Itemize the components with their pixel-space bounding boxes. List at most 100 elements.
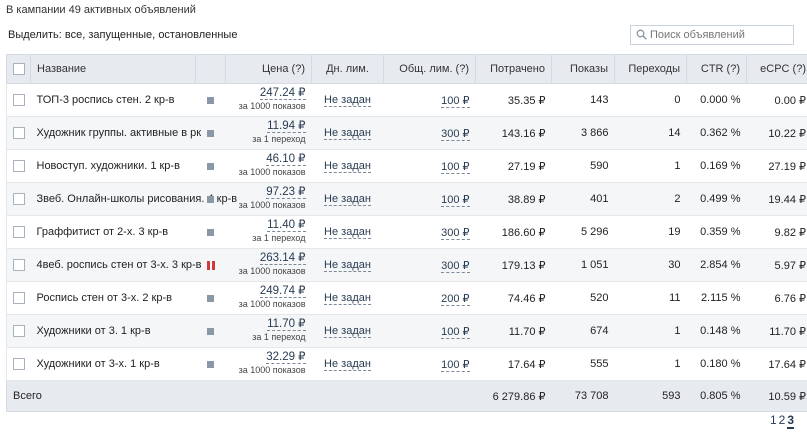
select-all-link[interactable]: все, <box>65 29 85 41</box>
spent-value: 186.60 ₽ <box>475 215 552 249</box>
total-limit-value[interactable]: 200 ₽ <box>441 292 470 306</box>
column-spent[interactable]: Потрачено <box>475 54 552 84</box>
search-box[interactable] <box>630 25 794 45</box>
total-limit-value[interactable]: 100 ₽ <box>441 325 470 339</box>
spent-value: 11.70 ₽ <box>475 314 552 348</box>
ad-name[interactable]: 4веб. роспись стен от 3-х. 3 кр-в <box>30 248 202 282</box>
status-active-icon[interactable] <box>207 195 214 203</box>
spent-value: 17.64 ₽ <box>475 347 552 381</box>
total-limit-value[interactable]: 300 ₽ <box>441 127 470 141</box>
price-unit: за 1000 показов <box>238 167 306 177</box>
total-limit-value[interactable]: 100 ₽ <box>441 358 470 372</box>
select-all-checkbox-cell[interactable] <box>6 54 31 84</box>
search-input[interactable] <box>650 28 790 42</box>
total-impressions: 73 708 <box>551 380 615 412</box>
spent-value: 35.35 ₽ <box>475 83 552 117</box>
total-ecpc: 10.59 ₽ <box>746 380 807 412</box>
clicks-value: 14 <box>614 116 687 150</box>
table-row: ТОП-3 роспись стен. 2 кр-в 247.24 ₽ за 10… <box>6 83 807 117</box>
status-active-icon[interactable] <box>207 96 214 104</box>
day-limit-value[interactable]: Не задан <box>324 160 371 173</box>
column-clicks[interactable]: Переходы <box>614 54 687 84</box>
column-total-limit[interactable]: Общ. лим. (?) <box>383 54 476 84</box>
select-running-link[interactable]: запущенные, <box>88 29 155 41</box>
status-active-icon[interactable] <box>207 294 214 302</box>
day-limit-value[interactable]: Не задан <box>324 193 371 206</box>
ad-name[interactable]: Роспись стен от 3-х. 2 кр-в <box>30 281 196 315</box>
ad-name[interactable]: Граффитист от 2-х. 3 кр-в <box>30 215 196 249</box>
price-unit: за 1 переход <box>252 134 306 144</box>
price-unit: за 1000 показов <box>238 200 306 210</box>
day-limit-value[interactable]: Не задан <box>324 325 371 338</box>
spent-value: 74.46 ₽ <box>475 281 552 315</box>
row-checkbox[interactable] <box>13 226 25 239</box>
price-value[interactable]: 247.24 ₽ <box>259 87 306 100</box>
price-value[interactable]: 249.74 ₽ <box>259 285 306 298</box>
row-checkbox[interactable] <box>13 259 25 272</box>
row-checkbox[interactable] <box>13 94 25 107</box>
spent-value: 38.89 ₽ <box>475 182 552 216</box>
column-day-limit[interactable]: Дн. лим. <box>311 54 384 84</box>
row-checkbox[interactable] <box>13 325 25 338</box>
price-value[interactable]: 46.10 ₽ <box>266 153 306 166</box>
table-header: Название Цена (?) Дн. лим. Общ. лим. (?)… <box>6 54 807 84</box>
row-checkbox[interactable] <box>13 127 25 140</box>
price-value[interactable]: 11.40 ₽ <box>267 219 306 232</box>
clicks-value: 1 <box>614 347 687 381</box>
ctr-value: 0.180 % <box>686 347 747 381</box>
status-active-icon[interactable] <box>207 327 214 335</box>
ad-name[interactable]: ТОП-3 роспись стен. 2 кр-в <box>30 83 196 117</box>
ad-name[interactable]: Художники от 3-х. 1 кр-в <box>30 347 196 381</box>
row-checkbox[interactable] <box>13 292 25 305</box>
ad-name[interactable]: Новоступ. художники. 1 кр-в <box>30 149 196 183</box>
impressions-value: 5 296 <box>551 215 615 249</box>
table-row: 4веб. роспись стен от 3-х. 3 кр-в 263.14… <box>6 248 807 282</box>
price-value[interactable]: 263.14 ₽ <box>259 252 306 265</box>
status-paused-icon[interactable] <box>206 260 215 270</box>
price-value[interactable]: 11.70 ₽ <box>267 318 306 331</box>
pagination: 123 <box>768 413 794 429</box>
day-limit-value[interactable]: Не задан <box>324 127 371 140</box>
column-name[interactable]: Название <box>30 54 196 84</box>
day-limit-value[interactable]: Не задан <box>324 94 371 107</box>
impressions-value: 590 <box>551 149 615 183</box>
page-link[interactable]: 1 <box>770 413 777 427</box>
row-checkbox[interactable] <box>13 193 25 206</box>
select-stopped-link[interactable]: остановленные <box>158 29 237 41</box>
total-limit-value[interactable]: 100 ₽ <box>441 193 470 207</box>
day-limit-value[interactable]: Не задан <box>324 226 371 239</box>
day-limit-value[interactable]: Не задан <box>324 358 371 371</box>
row-checkbox[interactable] <box>13 160 25 173</box>
ad-name[interactable]: Художники от 3. 1 кр-в <box>30 314 196 348</box>
select-all-checkbox[interactable] <box>13 63 25 76</box>
ad-name[interactable]: Звеб. Онлайн-школы рисования. 4 кр-в <box>30 182 237 216</box>
row-checkbox[interactable] <box>13 358 25 371</box>
table-row: Граффитист от 2-х. 3 кр-в 11.40 ₽ за 1 пе… <box>6 215 807 249</box>
price-value[interactable]: 97.23 ₽ <box>266 186 306 199</box>
ctr-value: 0.362 % <box>686 116 747 150</box>
spent-value: 143.16 ₽ <box>475 116 552 150</box>
total-limit-value[interactable]: 300 ₽ <box>441 259 470 273</box>
price-value[interactable]: 11.94 ₽ <box>267 120 306 133</box>
column-impressions[interactable]: Показы <box>551 54 615 84</box>
status-active-icon[interactable] <box>207 162 214 170</box>
total-limit-value[interactable]: 300 ₽ <box>441 226 470 240</box>
column-price[interactable]: Цена (?) <box>225 54 312 84</box>
price-value[interactable]: 32.29 ₽ <box>266 351 306 364</box>
page-current[interactable]: 3 <box>787 413 794 429</box>
status-active-icon[interactable] <box>207 360 214 368</box>
day-limit-value[interactable]: Не задан <box>324 292 371 305</box>
ad-name[interactable]: Художник группы. активные в рк <box>30 116 201 150</box>
impressions-value: 674 <box>551 314 615 348</box>
day-limit-value[interactable]: Не задан <box>324 259 371 272</box>
table-row: Роспись стен от 3-х. 2 кр-в 249.74 ₽ за 1… <box>6 281 807 315</box>
status-active-icon[interactable] <box>207 129 214 137</box>
total-limit-value[interactable]: 100 ₽ <box>441 160 470 174</box>
spent-value: 27.19 ₽ <box>475 149 552 183</box>
column-ctr[interactable]: CTR (?) <box>686 54 747 84</box>
column-ecpc[interactable]: eCPC (?) <box>746 54 807 84</box>
status-active-icon[interactable] <box>207 228 214 236</box>
total-limit-value[interactable]: 100 ₽ <box>441 94 470 108</box>
page-link[interactable]: 2 <box>779 413 786 427</box>
table-row: Художники от 3-х. 1 кр-в 32.29 ₽ за 1000 … <box>6 347 807 381</box>
